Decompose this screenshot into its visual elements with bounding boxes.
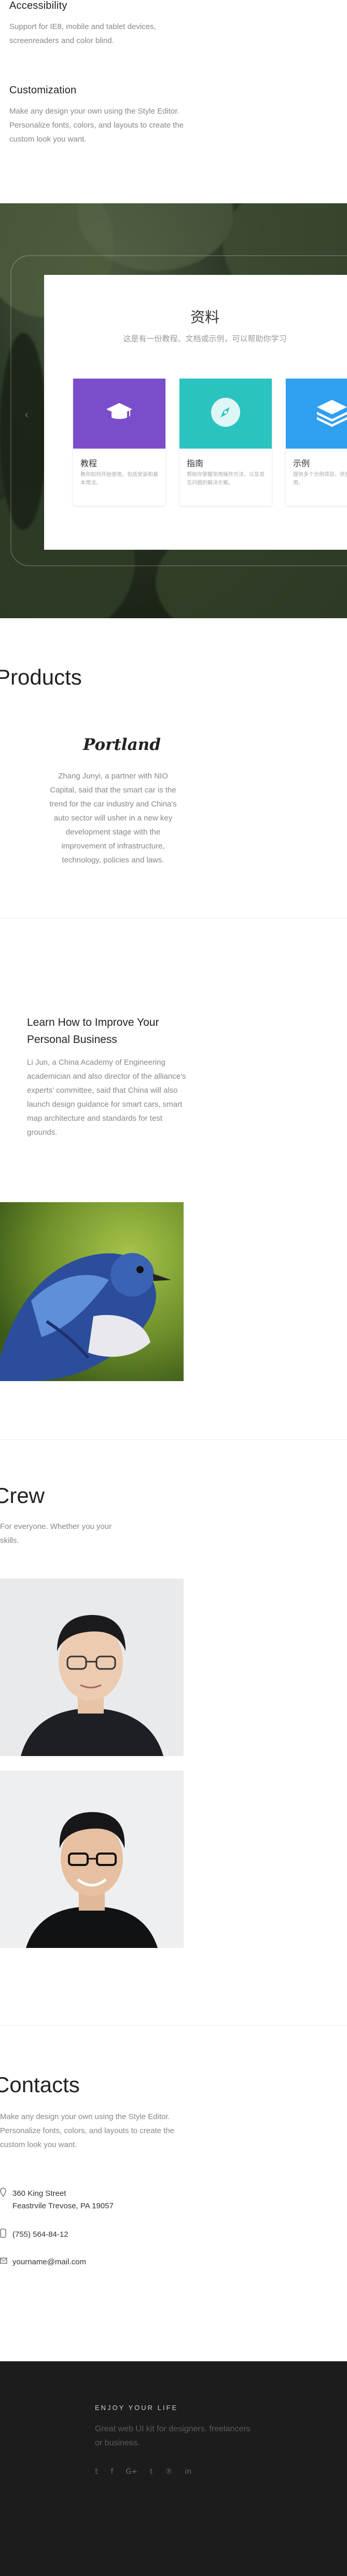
tile-banner	[286, 379, 347, 449]
tile-banner	[179, 379, 272, 449]
article-title: Learn How to Improve Your Personal Busin…	[27, 1017, 159, 1046]
phone-icon	[0, 2229, 7, 2238]
contact-address: 360 King Street Feastrvile Trevose, PA 1…	[0, 2188, 114, 2212]
feature-title-customization: Customization	[9, 85, 77, 96]
social-links: 𝕥 f G+ t ℗ in	[95, 2468, 191, 2476]
resources-subtitle: 这是有一份教程、文档或示例，可以帮助你学习	[123, 334, 287, 343]
tile-banner	[73, 379, 165, 449]
resources-title: 资料	[190, 309, 219, 326]
address-line-1: 360 King Street	[12, 2189, 66, 2198]
phone-number[interactable]: (755) 564-84-12	[12, 2229, 68, 2241]
crew-text: For everyone. Whether you your skills.	[0, 1522, 112, 1545]
tile-title: 教程	[80, 458, 98, 468]
contact-email[interactable]: yourname@mail.com	[0, 2256, 86, 2268]
footer-text: Great web UI kit for designers, freelanc…	[95, 2425, 251, 2447]
address-line-2: Feastrvile Trevose, PA 19057	[12, 2202, 114, 2210]
feature-text-accessibility: Support for IE8, mobile and tablet devic…	[9, 22, 156, 45]
twitter-icon[interactable]: 𝕥	[95, 2468, 99, 2476]
resources-card: 资料 这是有一份教程、文档或示例，可以帮助你学习 教程 教你如何开始使用，包括安…	[44, 275, 347, 550]
article-text: Li Jun, a China Academy of Engineering a…	[27, 1058, 186, 1137]
tile-text: 教你如何开始使用，包括安装和基本用法。	[80, 472, 158, 486]
portland-logo: Portland	[83, 735, 161, 754]
tile-text: 提供多个示例项目，供参考学习使用。	[293, 472, 347, 486]
resource-tile-guide[interactable]: 指南 帮助你掌握常用操作方法，以及常见问题的解决方案。	[179, 379, 272, 506]
bird-image	[0, 1202, 184, 1381]
pinterest-icon[interactable]: ℗	[165, 2468, 173, 2476]
linkedin-icon[interactable]: in	[185, 2468, 192, 2476]
products-text: Zhang Junyi, a partner with NIO Capital,…	[49, 772, 177, 865]
feature-text-customization: Make any design your own using the Style…	[9, 107, 184, 144]
feature-title-accessibility: Accessibility	[9, 0, 67, 11]
mail-icon	[0, 2256, 7, 2265]
map-pin-icon	[0, 2188, 7, 2197]
crew-member-photo	[0, 1771, 184, 1948]
products-title: Products	[0, 665, 82, 689]
divider	[0, 1439, 347, 1440]
facebook-icon[interactable]: f	[111, 2468, 114, 2476]
crew-title: Crew	[0, 1483, 45, 1508]
compass-icon	[209, 396, 242, 431]
divider	[0, 2025, 347, 2026]
footer-heading: ENJOY YOUR LIFE	[95, 2404, 178, 2412]
resources-hero-section: ‹ 资料 这是有一份教程、文档或示例，可以帮助你学习 教程 教你如何开始使用，包…	[0, 203, 347, 618]
chevron-left-icon[interactable]: ‹	[25, 409, 36, 421]
resource-tile-tutorial[interactable]: 教程 教你如何开始使用，包括安装和基本用法。	[73, 379, 165, 506]
tile-title: 示例	[293, 458, 310, 468]
google-plus-icon[interactable]: G+	[126, 2468, 137, 2476]
contacts-text: Make any design your own using the Style…	[0, 2112, 175, 2149]
contact-phone[interactable]: (755) 564-84-12	[0, 2229, 68, 2241]
resource-tile-examples[interactable]: 示例 提供多个示例项目，供参考学习使用。	[286, 379, 347, 506]
layers-icon	[314, 398, 347, 429]
crew-member-photo	[0, 1579, 184, 1756]
contacts-title: Contacts	[0, 2072, 80, 2097]
email-link[interactable]: yourname@mail.com	[12, 2256, 86, 2268]
tile-text: 帮助你掌握常用操作方法，以及常见问题的解决方案。	[187, 472, 265, 486]
tumblr-icon[interactable]: t	[150, 2468, 153, 2476]
tile-title: 指南	[187, 458, 204, 468]
graduation-cap-icon	[105, 401, 133, 426]
